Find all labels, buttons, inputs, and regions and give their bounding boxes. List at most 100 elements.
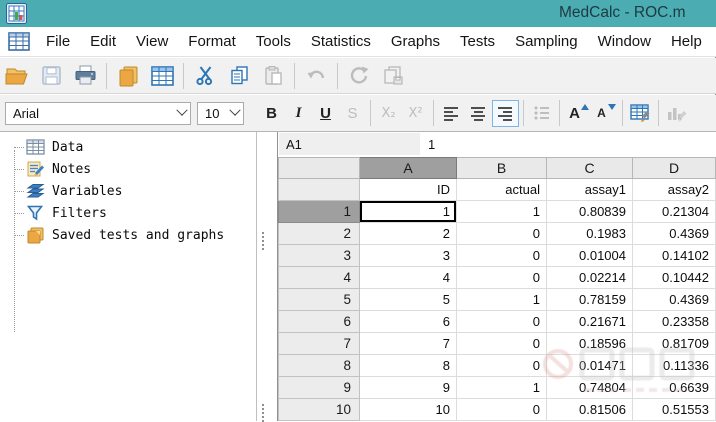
paste-icon[interactable] bbox=[256, 61, 290, 91]
open-file-icon[interactable] bbox=[0, 61, 34, 91]
column-header-B[interactable]: B bbox=[457, 157, 547, 179]
font-name-combobox[interactable]: Arial bbox=[5, 102, 191, 125]
bold-button[interactable]: B bbox=[258, 100, 285, 127]
sidebar-item-variables[interactable]: Variables bbox=[0, 180, 224, 202]
grid-cell-C4[interactable]: 0.02214 bbox=[547, 267, 633, 289]
grid-cell-C8[interactable]: 0.01471 bbox=[547, 355, 633, 377]
font-size-combobox[interactable]: 10 bbox=[197, 102, 244, 125]
grid-cell-C2[interactable]: 0.1983 bbox=[547, 223, 633, 245]
pane-splitter[interactable] bbox=[257, 132, 277, 421]
grid-cell-C6[interactable]: 0.21671 bbox=[547, 311, 633, 333]
grid-cell-D6[interactable]: 0.23358 bbox=[633, 311, 716, 333]
variable-name-cell[interactable]: assay1 bbox=[547, 179, 633, 201]
menu-edit[interactable]: Edit bbox=[80, 27, 126, 56]
grid-cell-B4[interactable]: 0 bbox=[457, 267, 547, 289]
grid-cell-C10[interactable]: 0.81506 bbox=[547, 399, 633, 421]
grid-cell-C7[interactable]: 0.18596 bbox=[547, 333, 633, 355]
bullet-list-icon[interactable] bbox=[528, 100, 555, 127]
column-header-D[interactable]: D bbox=[633, 157, 716, 179]
save-all-icon[interactable] bbox=[376, 61, 410, 91]
menu-graphs[interactable]: Graphs bbox=[381, 27, 450, 56]
grid-cell-B2[interactable]: 0 bbox=[457, 223, 547, 245]
format-spreadsheet-icon[interactable] bbox=[627, 100, 654, 127]
menu-help[interactable]: Help bbox=[661, 27, 712, 56]
print-icon[interactable] bbox=[68, 61, 102, 91]
sidebar-item-saved-tests[interactable]: Saved tests and graphs bbox=[0, 224, 224, 246]
copy-pages-icon[interactable] bbox=[111, 61, 145, 91]
row-header-2[interactable]: 2 bbox=[278, 223, 360, 245]
undo-icon[interactable] bbox=[299, 61, 333, 91]
align-center-button[interactable] bbox=[465, 100, 492, 127]
grid-cell-B1[interactable]: 1 bbox=[457, 201, 547, 223]
column-header-A[interactable]: A bbox=[360, 157, 457, 179]
menu-file[interactable]: File bbox=[36, 27, 80, 56]
grid-cell-D8[interactable]: 0.11336 bbox=[633, 355, 716, 377]
menu-statistics[interactable]: Statistics bbox=[301, 27, 381, 56]
grid-cell-C5[interactable]: 0.78159 bbox=[547, 289, 633, 311]
grid-cell-C1[interactable]: 0.80839 bbox=[547, 201, 633, 223]
grid-cell-B9[interactable]: 1 bbox=[457, 377, 547, 399]
grid-cell-A3[interactable]: 3 bbox=[360, 245, 457, 267]
menu-view[interactable]: View bbox=[126, 27, 178, 56]
grid-cell-B6[interactable]: 0 bbox=[457, 311, 547, 333]
align-left-button[interactable] bbox=[438, 100, 465, 127]
variable-row-header[interactable] bbox=[278, 179, 360, 201]
grid-cell-D10[interactable]: 0.51553 bbox=[633, 399, 716, 421]
column-header-C[interactable]: C bbox=[547, 157, 633, 179]
italic-button[interactable]: I bbox=[285, 100, 312, 127]
grid-cell-A9[interactable]: 9 bbox=[360, 377, 457, 399]
cell-reference-box[interactable]: A1 bbox=[279, 133, 420, 155]
grid-cell-D2[interactable]: 0.4369 bbox=[633, 223, 716, 245]
shrink-font-button[interactable]: A bbox=[591, 100, 618, 127]
grow-font-button[interactable]: A bbox=[564, 100, 591, 127]
grid-cell-A5[interactable]: 5 bbox=[360, 289, 457, 311]
save-file-icon[interactable] bbox=[34, 61, 68, 91]
variable-name-cell[interactable]: ID bbox=[360, 179, 457, 201]
grid-cell-D1[interactable]: 0.21304 bbox=[633, 201, 716, 223]
align-right-button[interactable] bbox=[492, 100, 519, 127]
select-all-corner[interactable] bbox=[278, 157, 360, 179]
cut-icon[interactable] bbox=[188, 61, 222, 91]
row-header-4[interactable]: 4 bbox=[278, 267, 360, 289]
variable-name-cell[interactable]: assay2 bbox=[633, 179, 716, 201]
superscript-button[interactable]: X² bbox=[402, 100, 429, 127]
format-graph-icon[interactable] bbox=[663, 100, 690, 127]
grid-cell-D9[interactable]: 0.6639 bbox=[633, 377, 716, 399]
row-header-3[interactable]: 3 bbox=[278, 245, 360, 267]
redo-icon[interactable] bbox=[342, 61, 376, 91]
row-header-7[interactable]: 7 bbox=[278, 333, 360, 355]
sidebar-item-notes[interactable]: Notes bbox=[0, 158, 224, 180]
grid-cell-B3[interactable]: 0 bbox=[457, 245, 547, 267]
grid-cell-A10[interactable]: 10 bbox=[360, 399, 457, 421]
grid-cell-B10[interactable]: 0 bbox=[457, 399, 547, 421]
grid-cell-A1[interactable]: 1 bbox=[360, 201, 457, 223]
variable-name-cell[interactable]: actual bbox=[457, 179, 547, 201]
grid-cell-B5[interactable]: 1 bbox=[457, 289, 547, 311]
copy-icon[interactable] bbox=[222, 61, 256, 91]
menu-tests[interactable]: Tests bbox=[450, 27, 505, 56]
grid-cell-D7[interactable]: 0.81709 bbox=[633, 333, 716, 355]
grid-cell-C3[interactable]: 0.01004 bbox=[547, 245, 633, 267]
grid-cell-B8[interactable]: 0 bbox=[457, 355, 547, 377]
row-header-10[interactable]: 10 bbox=[278, 399, 360, 421]
grid-cell-B7[interactable]: 0 bbox=[457, 333, 547, 355]
grid-cell-D4[interactable]: 0.10442 bbox=[633, 267, 716, 289]
data-table-icon[interactable] bbox=[145, 61, 179, 91]
sidebar-item-filters[interactable]: Filters bbox=[0, 202, 224, 224]
menu-sampling[interactable]: Sampling bbox=[505, 27, 588, 56]
underline-button[interactable]: U bbox=[312, 100, 339, 127]
row-header-6[interactable]: 6 bbox=[278, 311, 360, 333]
menu-window[interactable]: Window bbox=[588, 27, 661, 56]
grid-cell-A2[interactable]: 2 bbox=[360, 223, 457, 245]
cell-contents-field[interactable]: 1 bbox=[428, 133, 435, 155]
row-header-1[interactable]: 1 bbox=[278, 201, 360, 223]
grid-cell-D3[interactable]: 0.14102 bbox=[633, 245, 716, 267]
grid-cell-C9[interactable]: 0.74804 bbox=[547, 377, 633, 399]
strikethrough-button[interactable]: S bbox=[339, 100, 366, 127]
grid-cell-A8[interactable]: 8 bbox=[360, 355, 457, 377]
sidebar-item-data[interactable]: Data bbox=[0, 136, 224, 158]
grid-cell-A6[interactable]: 6 bbox=[360, 311, 457, 333]
row-header-5[interactable]: 5 bbox=[278, 289, 360, 311]
row-header-8[interactable]: 8 bbox=[278, 355, 360, 377]
menu-tools[interactable]: Tools bbox=[246, 27, 301, 56]
